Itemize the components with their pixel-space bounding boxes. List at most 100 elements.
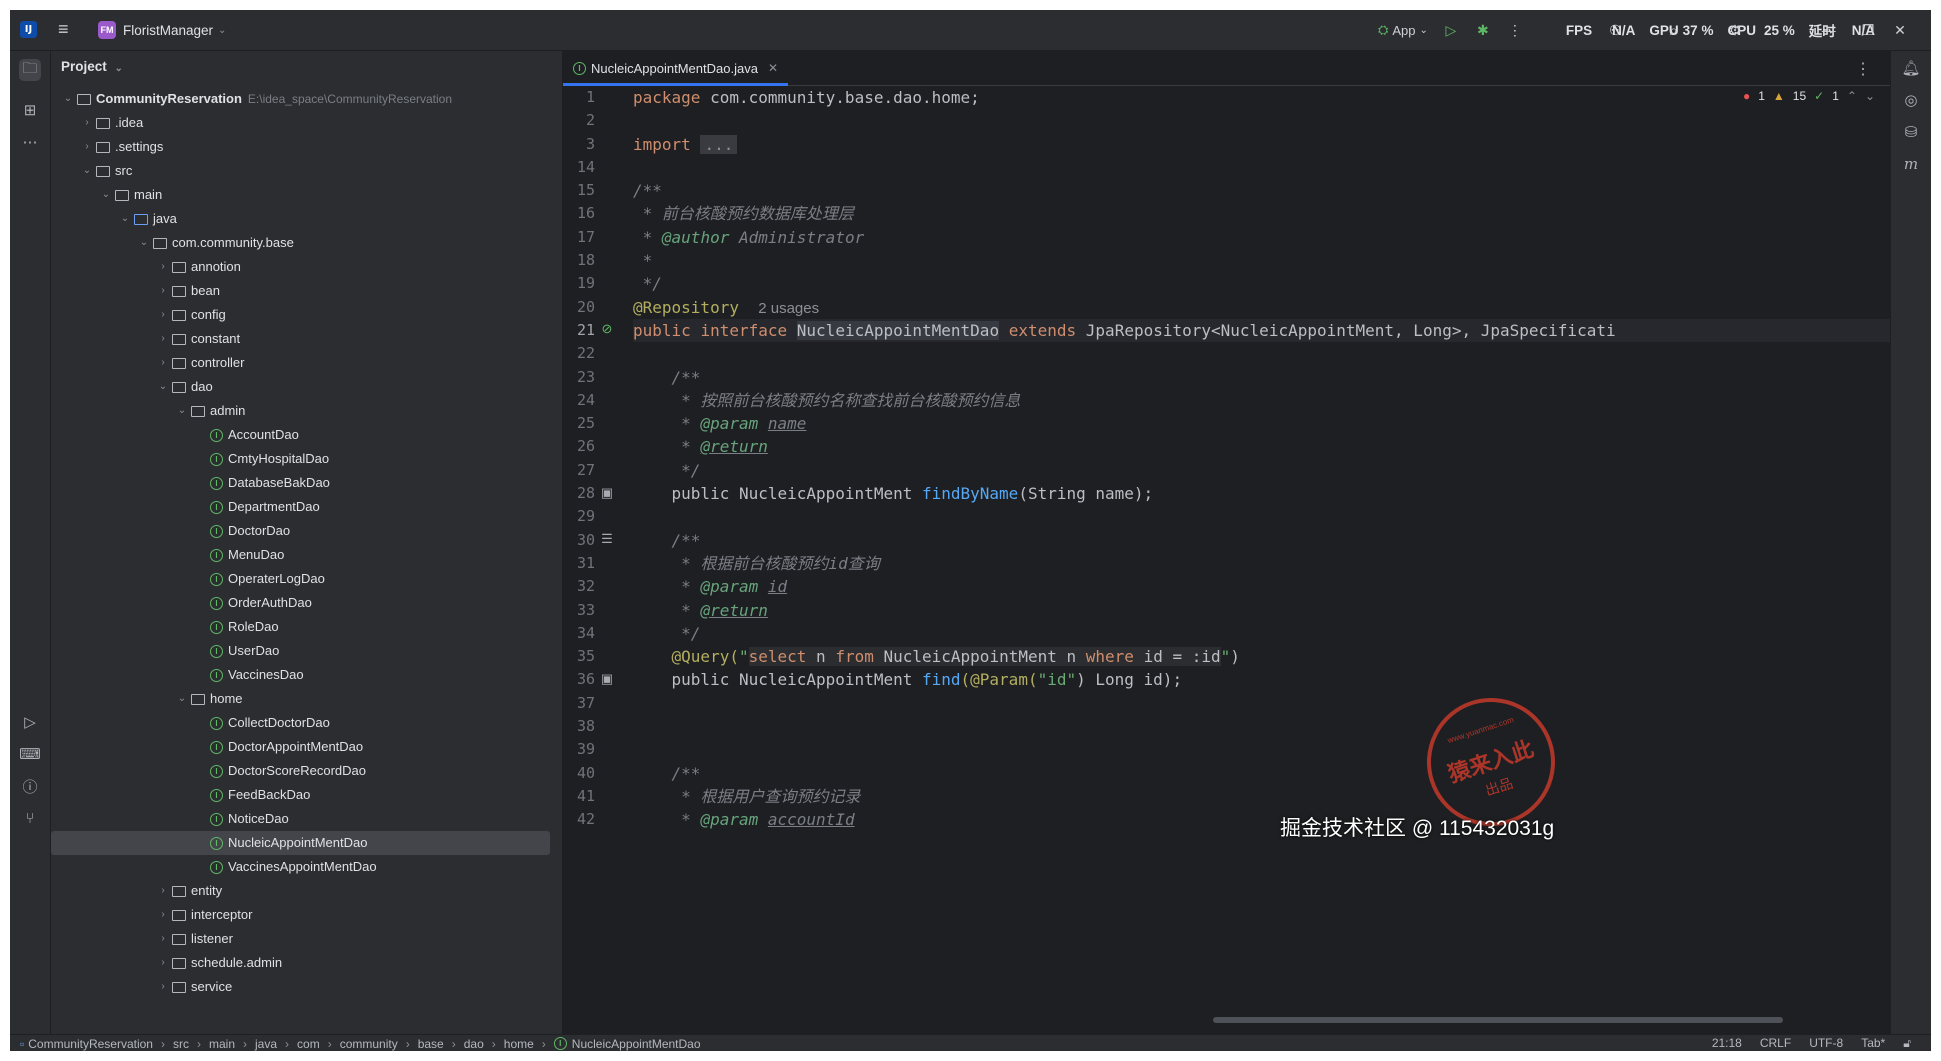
close-tab-icon[interactable]: ✕ — [768, 61, 778, 75]
tree-item[interactable]: I VaccinesDao — [51, 663, 562, 687]
chevron-right-icon[interactable]: › — [156, 951, 170, 975]
chevron-right-icon[interactable]: › — [80, 135, 94, 159]
tree-item[interactable]: I OperaterLogDao — [51, 567, 562, 591]
breadcrumb-item[interactable]: src — [173, 1037, 189, 1051]
chevron-right-icon[interactable]: › — [156, 255, 170, 279]
maven-icon[interactable]: m — [1900, 153, 1922, 175]
database-icon[interactable]: ⛁ — [1900, 121, 1922, 143]
search-icon[interactable]: ⌕ — [1665, 21, 1683, 39]
tree-root[interactable]: ⌄ CommunityReservation E:\idea_space\Com… — [51, 87, 562, 111]
chevron-right-icon[interactable]: › — [156, 903, 170, 927]
breadcrumb-item[interactable]: CommunityReservation — [28, 1037, 153, 1051]
project-switcher[interactable]: FM FloristManager ⌄ — [98, 19, 226, 41]
chevron-right-icon[interactable]: › — [156, 351, 170, 375]
doc-render-icon[interactable]: ☰ — [599, 531, 615, 547]
chevron-down-icon[interactable]: ⌄ — [137, 231, 151, 255]
notifications-bell-icon[interactable]: 🔔︎ — [1900, 57, 1922, 79]
implemented-icon[interactable]: ⊘ — [599, 321, 615, 337]
minimize-icon[interactable]: — — [1820, 21, 1838, 39]
debug-icon[interactable]: ✱ — [1474, 21, 1492, 39]
tree-item[interactable]: › controller — [51, 351, 562, 375]
tree-item[interactable]: I OrderAuthDao — [51, 591, 562, 615]
folded-imports[interactable]: ... — [700, 134, 738, 154]
tree-item[interactable]: ⌄ src — [51, 159, 562, 183]
tree-item[interactable]: I DoctorAppointMentDao — [51, 735, 562, 759]
project-panel-header[interactable]: Project ⌄ — [61, 59, 123, 74]
editor-horizontal-scrollbar[interactable] — [1213, 1017, 1783, 1023]
tree-item[interactable]: › entity — [51, 879, 562, 903]
breadcrumb-item[interactable]: com — [297, 1037, 320, 1051]
tree-item[interactable]: I VaccinesAppointMentDao — [51, 855, 562, 879]
breadcrumb-item[interactable]: community — [340, 1037, 398, 1051]
tree-item[interactable]: I DoctorScoreRecordDao — [51, 759, 562, 783]
folder-icon[interactable]: 🗀 — [19, 59, 41, 81]
tree-item[interactable]: › constant — [51, 327, 562, 351]
tree-item[interactable]: I CollectDoctorDao — [51, 711, 562, 735]
chevron-right-icon[interactable]: › — [156, 879, 170, 903]
tree-item[interactable]: I DepartmentDao — [51, 495, 562, 519]
chevron-down-icon[interactable]: ⌄ — [156, 375, 170, 399]
hamburger-menu-icon[interactable]: ≡ — [58, 19, 69, 39]
tree-item[interactable]: I MenuDao — [51, 543, 562, 567]
lock-icon[interactable]: 🔓︎ — [1903, 1035, 1911, 1051]
run-config-selector[interactable]: ⛭ App ⌄ — [1378, 22, 1428, 38]
more-vertical-icon[interactable]: ⋮ — [1855, 59, 1871, 79]
run-icon[interactable]: ▷ — [1442, 21, 1460, 39]
intellij-logo-icon[interactable]: IJ — [20, 21, 37, 38]
breadcrumb-item[interactable]: java — [255, 1037, 277, 1051]
structure-icon[interactable]: ⊞ — [19, 99, 41, 121]
file-encoding[interactable]: UTF-8 — [1809, 1035, 1843, 1051]
restore-icon[interactable]: ❐ — [1859, 21, 1877, 39]
git-branch-icon[interactable]: ⑂ — [19, 807, 41, 829]
tree-item[interactable]: I CmtyHospitalDao — [51, 447, 562, 471]
tree-item[interactable]: ⌄ java — [51, 207, 562, 231]
tree-item[interactable]: › interceptor — [51, 903, 562, 927]
breadcrumb-item[interactable]: NucleicAppointMentDao — [572, 1037, 701, 1051]
tree-item[interactable]: I NoticeDao — [51, 807, 562, 831]
chevron-down-icon[interactable]: ⌄ — [175, 399, 189, 423]
terminal-icon[interactable]: ⌨ — [19, 743, 41, 765]
tree-item[interactable]: I FeedBackDao — [51, 783, 562, 807]
tree-item[interactable]: ⌄ com.community.base — [51, 231, 562, 255]
method-gutter-icon[interactable]: ▣ — [599, 485, 615, 501]
indent-setting[interactable]: Tab* — [1861, 1035, 1885, 1051]
tree-item[interactable]: ⌄ admin — [51, 399, 562, 423]
breadcrumb-item[interactable]: base — [418, 1037, 444, 1051]
tree-item[interactable]: › schedule.admin — [51, 951, 562, 975]
tree-item[interactable]: ⌄ home — [51, 687, 562, 711]
tab-nucleic-appointment-dao[interactable]: I NucleicAppointMentDao.java ✕ — [563, 51, 788, 86]
chevron-down-icon[interactable]: ⌄ — [80, 159, 94, 183]
more-horizontal-icon[interactable]: ⋯ — [19, 131, 41, 153]
chevron-down-icon[interactable]: ⌄ — [175, 687, 189, 711]
chevron-right-icon[interactable]: › — [156, 303, 170, 327]
chevron-down-icon[interactable]: ⌄ — [118, 207, 132, 231]
line-separator[interactable]: CRLF — [1760, 1035, 1791, 1051]
tree-item[interactable]: › .idea — [51, 111, 562, 135]
tree-item[interactable]: I DoctorDao — [51, 519, 562, 543]
problems-icon[interactable]: ⓘ — [19, 775, 41, 797]
chevron-down-icon[interactable]: ⌄ — [61, 87, 75, 111]
chevron-right-icon[interactable]: › — [156, 279, 170, 303]
chevron-right-icon[interactable]: › — [156, 327, 170, 351]
tree-item[interactable]: I UserDao — [51, 639, 562, 663]
code-area[interactable]: package com.community.base.dao.home; imp… — [633, 86, 1923, 832]
tree-item[interactable]: I NucleicAppointMentDao — [51, 831, 550, 855]
tree-item[interactable]: ⌄ dao — [51, 375, 562, 399]
breadcrumb-item[interactable]: main — [209, 1037, 235, 1051]
tree-item[interactable]: › .settings — [51, 135, 562, 159]
tree-item[interactable]: I AccountDao — [51, 423, 562, 447]
tree-item[interactable]: ⌄ main — [51, 183, 562, 207]
tree-item[interactable]: › annotion — [51, 255, 562, 279]
breadcrumb-item[interactable]: dao — [464, 1037, 484, 1051]
usages-hint[interactable]: 2 usages — [758, 300, 819, 317]
more-vertical-icon[interactable]: ⋮ — [1506, 21, 1524, 39]
breadcrumb-item[interactable]: home — [504, 1037, 534, 1051]
tree-item[interactable]: › service — [51, 975, 562, 999]
ai-assistant-icon[interactable]: ◎ — [1900, 89, 1922, 111]
run-services-icon[interactable]: ▷ — [19, 711, 41, 733]
tree-item[interactable]: › bean — [51, 279, 562, 303]
tree-item[interactable]: I RoleDao — [51, 615, 562, 639]
settings-gear-icon[interactable]: ⚙ — [1726, 21, 1744, 39]
caret-position[interactable]: 21:18 — [1712, 1035, 1742, 1051]
chevron-right-icon[interactable]: › — [80, 111, 94, 135]
